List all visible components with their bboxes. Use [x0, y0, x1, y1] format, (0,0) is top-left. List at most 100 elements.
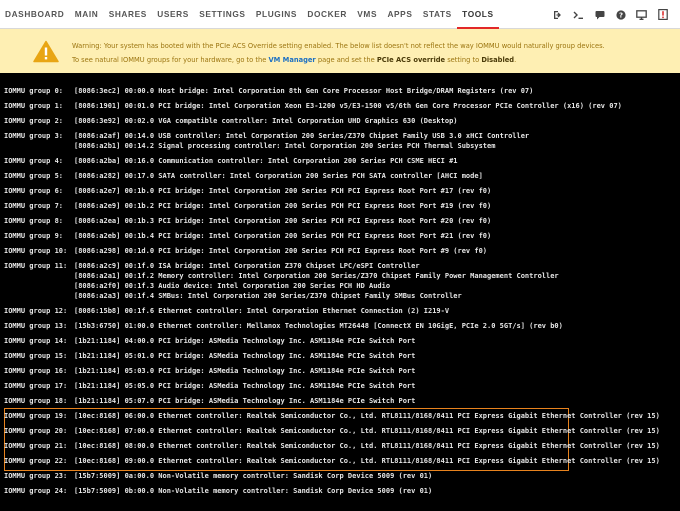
monitor-icon[interactable] [632, 0, 651, 29]
iommu-device: [8086:a2af] 00:14.0 USB controller: Inte… [74, 132, 530, 140]
iommu-line: IOMMU group 15: [1b21:1184] 05:01.0 PCI b… [4, 351, 415, 361]
iommu-group-label: IOMMU group 16: [4, 367, 68, 375]
iommu-group-label: IOMMU group 0: [4, 87, 64, 95]
iommu-device: [15b3:6750] 01:00.0 Ethernet controller:… [74, 322, 563, 330]
warning-line-1: Warning: Your system has booted with the… [72, 42, 605, 50]
iommu-device: [8086:a2e7] 00:1b.0 PCI bridge: Intel Co… [74, 187, 492, 195]
iommu-device: [8086:a2ea] 00:1b.3 PCI bridge: Intel Co… [74, 217, 492, 225]
iommu-group-label: IOMMU group 24: [4, 487, 68, 495]
iommu-line: IOMMU group 22: [10ec:8168] 09:00.0 Ether… [4, 456, 660, 466]
iommu-line: IOMMU group 7: [8086:a2e9] 00:1b.2 PCI br… [4, 201, 491, 211]
iommu-group-label: IOMMU group 13: [4, 322, 68, 330]
logout-icon[interactable] [548, 0, 567, 29]
warning-text: page and set the [315, 56, 377, 64]
warning-text: setting to [445, 56, 482, 64]
iommu-device: [1b21:1184] 05:05.0 PCI bridge: ASMedia … [74, 382, 416, 390]
nav-plugins[interactable]: PLUGINS [251, 0, 302, 29]
terminal-icon[interactable] [569, 0, 588, 29]
svg-text:?: ? [618, 11, 622, 19]
iommu-line: IOMMU group 11: [8086:a2c9] 00:1f.0 ISA b… [4, 261, 420, 271]
iommu-device: [1b21:1184] 05:03.0 PCI bridge: ASMedia … [74, 367, 416, 375]
iommu-device: [10ec:8168] 07:00.0 Ethernet controller:… [74, 427, 660, 435]
iommu-device: [8086:a2c9] 00:1f.0 ISA bridge: Intel Co… [74, 262, 420, 270]
acs-override-warning-banner: Warning: Your system has booted with the… [0, 29, 680, 73]
vm-manager-link[interactable]: VM Manager [269, 56, 316, 64]
iommu-line: [8086:a2b1] 00:14.2 Signal processing co… [4, 141, 495, 151]
iommu-line: IOMMU group 16: [1b21:1184] 05:03.0 PCI b… [4, 366, 415, 376]
warning-message: Warning: Your system has booted with the… [72, 39, 605, 67]
iommu-line: IOMMU group 17: [1b21:1184] 05:05.0 PCI b… [4, 381, 415, 391]
iommu-group-label: IOMMU group 8: [4, 217, 64, 225]
nav-settings[interactable]: SETTINGS [194, 0, 251, 29]
nav-main[interactable]: MAIN [70, 0, 104, 29]
iommu-line: IOMMU group 24: [15b7:5009] 0b:00.0 Non-V… [4, 486, 432, 496]
iommu-groups-console: IOMMU group 0: [8086:3ec2] 00:00.0 Host b… [0, 81, 680, 511]
iommu-group-label: IOMMU group 1: [4, 102, 64, 110]
iommu-device: [8086:a2b1] 00:14.2 Signal processing co… [74, 142, 496, 150]
iommu-group-label: IOMMU group 19: [4, 412, 68, 420]
iommu-line: IOMMU group 3: [8086:a2af] 00:14.0 USB co… [4, 131, 529, 141]
nav-stats[interactable]: STATS [418, 0, 457, 29]
iommu-line: IOMMU group 13: [15b3:6750] 01:00.0 Ether… [4, 321, 563, 331]
notification-icon[interactable] [653, 0, 672, 29]
iommu-group-label: IOMMU group 10: [4, 247, 68, 255]
iommu-group-label: IOMMU group 6: [4, 187, 64, 195]
acs-setting-value: Disabled [481, 56, 515, 64]
iommu-line: IOMMU group 23: [15b7:5009] 0a:00.0 Non-V… [4, 471, 432, 481]
iommu-device: [10ec:8168] 08:00.0 Ethernet controller:… [74, 442, 660, 450]
iommu-line: IOMMU group 2: [8086:3e92] 00:02.0 VGA co… [4, 116, 458, 126]
iommu-device: [1b21:1184] 04:00.0 PCI bridge: ASMedia … [74, 337, 416, 345]
warning-text: To see natural IOMMU groups for your har… [72, 56, 269, 64]
iommu-group-label: IOMMU group 20: [4, 427, 68, 435]
iommu-device: [8086:3e92] 00:02.0 VGA compatible contr… [74, 117, 458, 125]
iommu-device: [8086:a2a3] 00:1f.4 SMBus: Intel Corpora… [74, 292, 462, 300]
iommu-line: IOMMU group 20: [10ec:8168] 07:00.0 Ether… [4, 426, 660, 436]
iommu-line: IOMMU group 8: [8086:a2ea] 00:1b.3 PCI br… [4, 216, 491, 226]
iommu-device: [8086:a2e9] 00:1b.2 PCI bridge: Intel Co… [74, 202, 492, 210]
iommu-device: [8086:a282] 00:17.0 SATA controller: Int… [74, 172, 483, 180]
warning-icon [33, 40, 59, 67]
acs-setting-name: PCIe ACS override [376, 56, 446, 64]
iommu-group-label: IOMMU group 5: [4, 172, 64, 180]
iommu-group-label: IOMMU group 11: [4, 262, 68, 270]
help-icon[interactable]: ? [611, 0, 630, 29]
iommu-line: IOMMU group 21: [10ec:8168] 08:00.0 Ether… [4, 441, 660, 451]
nav-users[interactable]: USERS [152, 0, 194, 29]
iommu-line: IOMMU group 18: [1b21:1184] 05:07.0 PCI b… [4, 396, 415, 406]
iommu-device: [15b7:5009] 0b:00.0 Non-Volatile memory … [74, 487, 433, 495]
nav-docker[interactable]: DOCKER [302, 0, 352, 29]
iommu-device: [15b7:5009] 0a:00.0 Non-Volatile memory … [74, 472, 433, 480]
iommu-group-label: IOMMU group 7: [4, 202, 64, 210]
iommu-group-label: IOMMU group 2: [4, 117, 64, 125]
nav-apps[interactable]: APPS [382, 0, 417, 29]
iommu-group-label: IOMMU group 21: [4, 442, 68, 450]
iommu-group-label: IOMMU group 22: [4, 457, 68, 465]
iommu-device: [8086:1901] 00:01.0 PCI bridge: Intel Co… [74, 102, 622, 110]
iommu-line: IOMMU group 0: [8086:3ec2] 00:00.0 Host b… [4, 86, 533, 96]
iommu-line: IOMMU group 1: [8086:1901] 00:01.0 PCI br… [4, 101, 622, 111]
iommu-line: [8086:a2f0] 00:1f.3 Audio device: Intel … [4, 281, 390, 291]
iommu-line: [8086:a2a1] 00:1f.2 Memory controller: I… [4, 271, 559, 281]
iommu-group-label: IOMMU group 14: [4, 337, 68, 345]
iommu-device: [8086:3ec2] 00:00.0 Host bridge: Intel C… [74, 87, 534, 95]
iommu-group-label: IOMMU group 4: [4, 157, 64, 165]
feedback-icon[interactable] [590, 0, 609, 29]
nav-dashboard[interactable]: DASHBOARD [0, 0, 70, 29]
iommu-line: IOMMU group 10: [8086:a298] 00:1d.0 PCI b… [4, 246, 487, 256]
iommu-group-label: IOMMU group 17: [4, 382, 68, 390]
iommu-line: IOMMU group 9: [8086:a2eb] 00:1b.4 PCI br… [4, 231, 491, 241]
iommu-device: [8086:a298] 00:1d.0 PCI bridge: Intel Co… [74, 247, 488, 255]
iommu-device: [8086:a2a1] 00:1f.2 Memory controller: I… [74, 272, 559, 280]
iommu-line: IOMMU group 14: [1b21:1184] 04:00.0 PCI b… [4, 336, 415, 346]
nav-shares[interactable]: SHARES [104, 0, 153, 29]
warning-text: . [514, 56, 517, 64]
iommu-group-label: IOMMU group 9: [4, 232, 64, 240]
iommu-device: [10ec:8168] 06:00.0 Ethernet controller:… [74, 412, 660, 420]
nav-vms[interactable]: VMS [352, 0, 382, 29]
iommu-group-label: IOMMU group 12: [4, 307, 68, 315]
nav-tools[interactable]: TOOLS [456, 0, 499, 29]
iommu-line: IOMMU group 19: [10ec:8168] 06:00.0 Ether… [4, 411, 660, 421]
iommu-device: [8086:a2eb] 00:1b.4 PCI bridge: Intel Co… [74, 232, 492, 240]
top-navigation-bar: DASHBOARD MAIN SHARES USERS SETTINGS PLUGINS D… [0, 0, 680, 29]
iommu-line: IOMMU group 12: [8086:15b8] 00:1f.6 Ether… [4, 306, 449, 316]
